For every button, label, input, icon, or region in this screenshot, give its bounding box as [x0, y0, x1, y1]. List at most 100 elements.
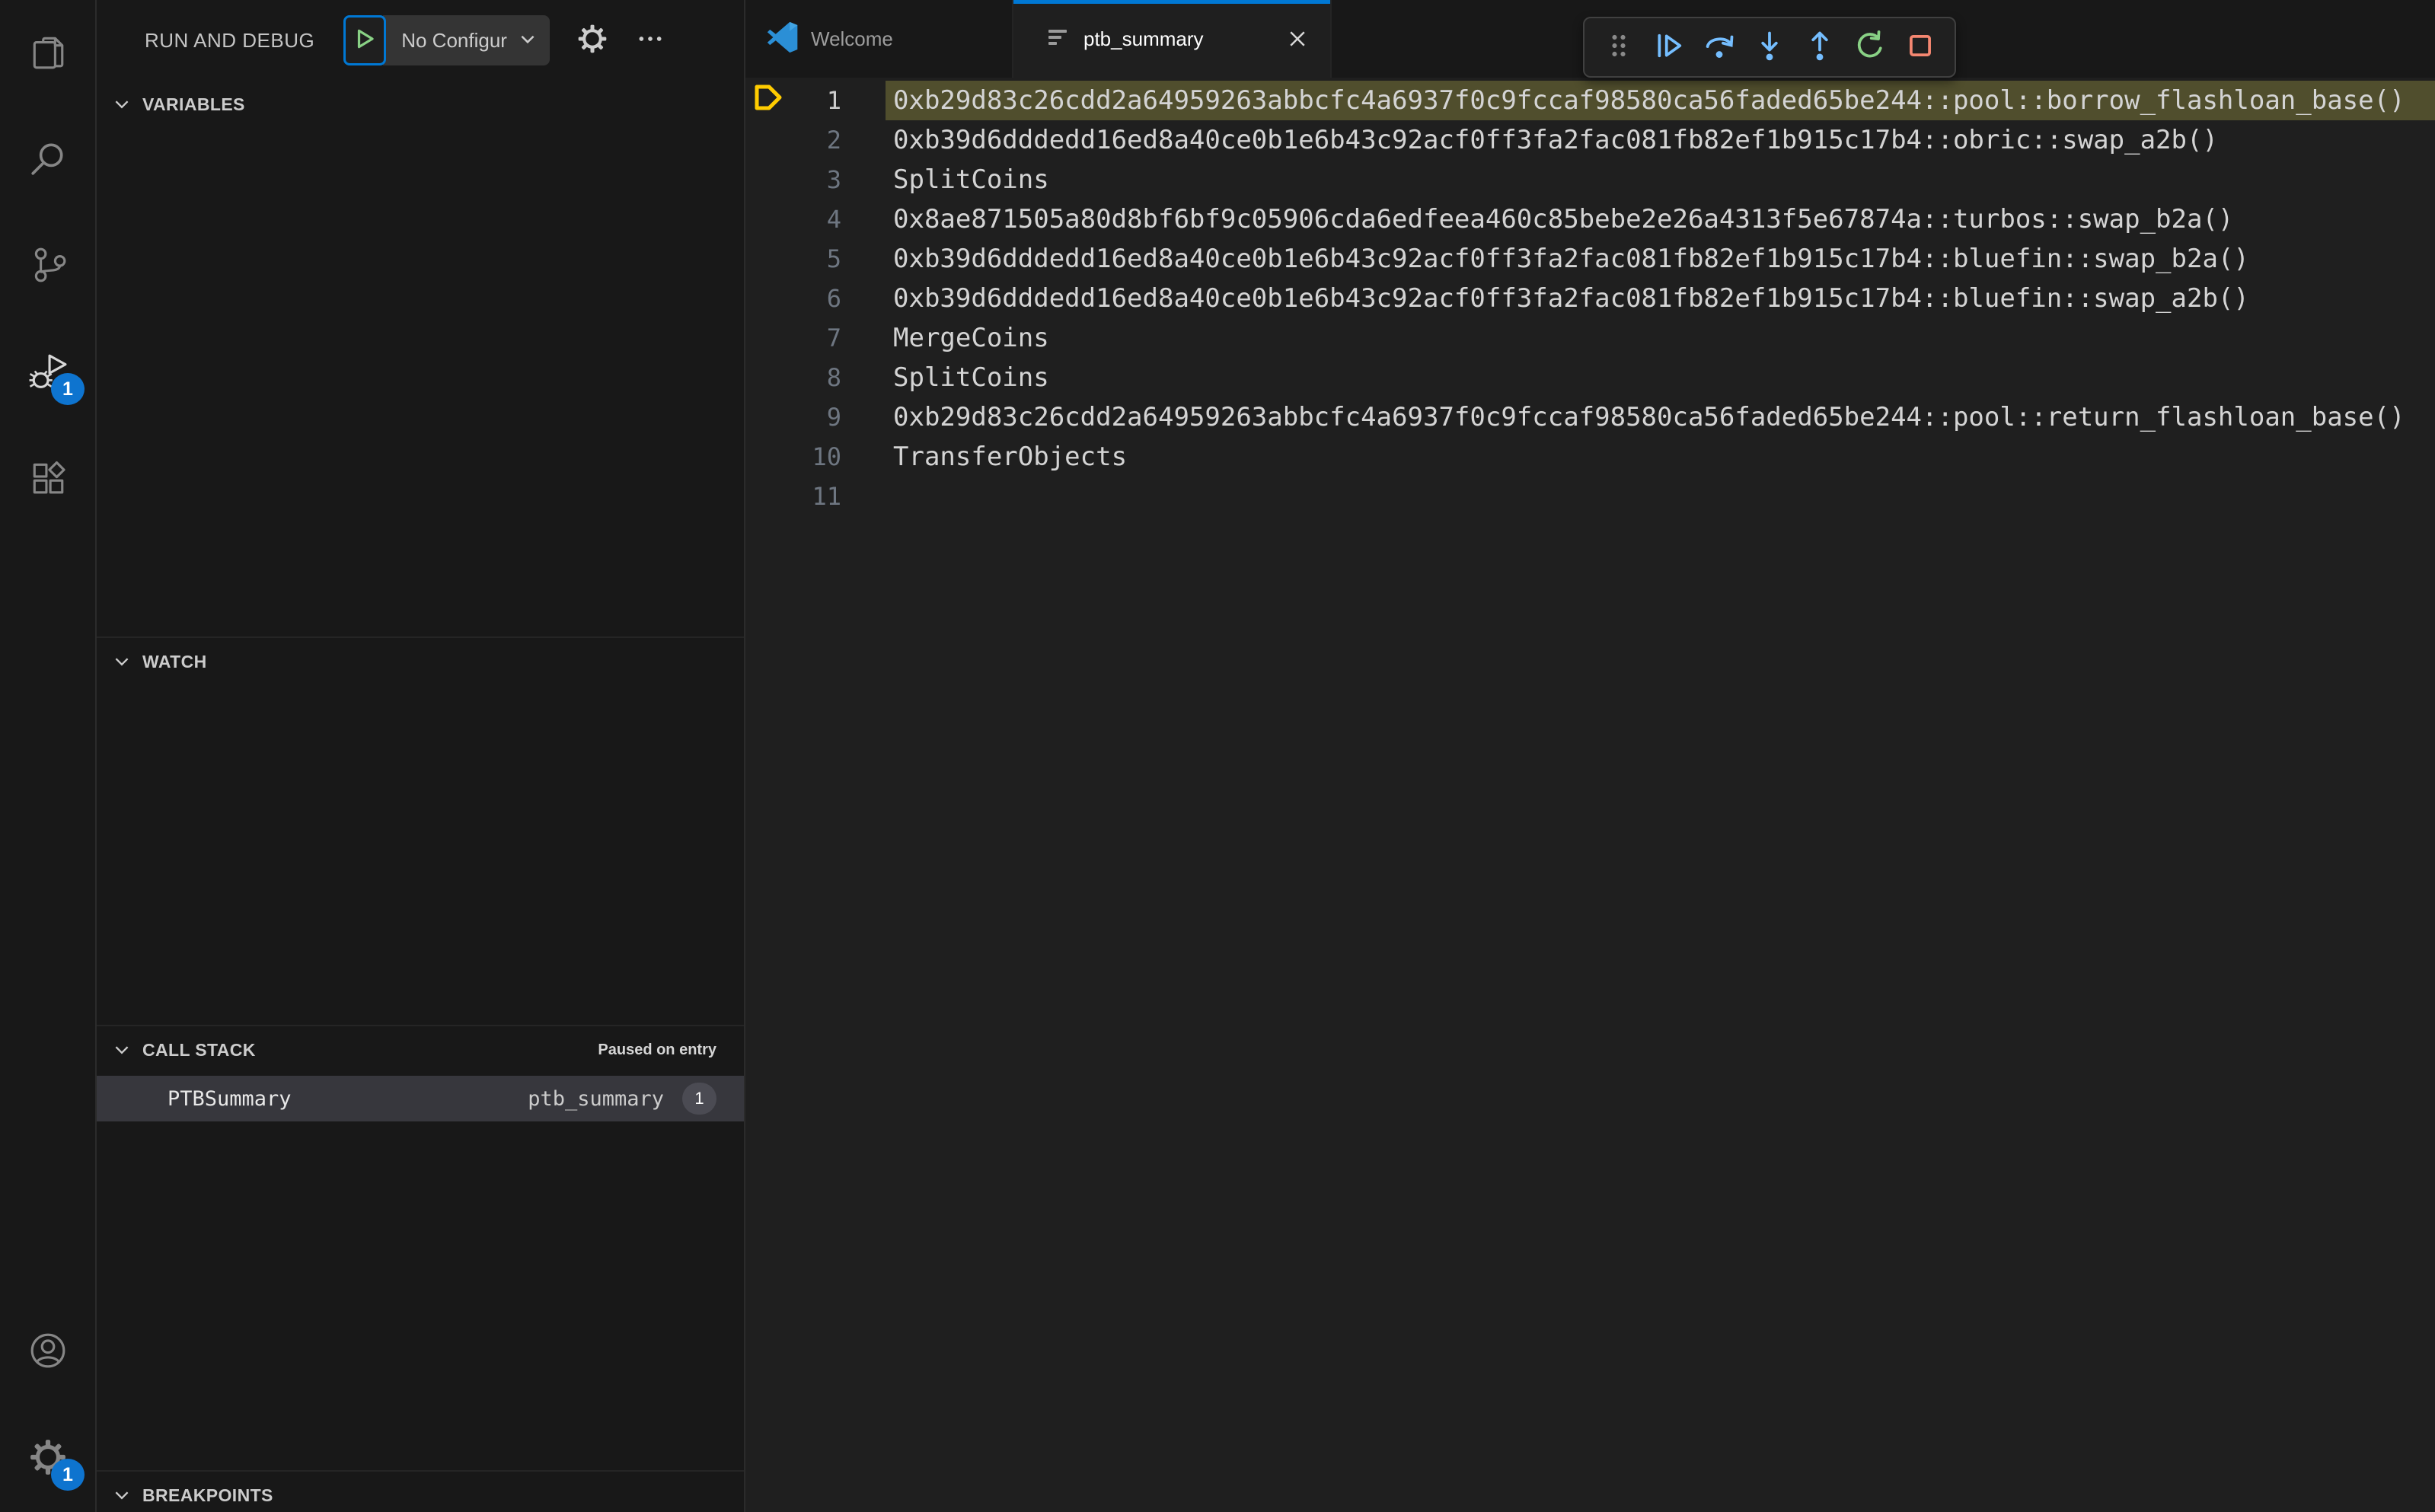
tab-label: Welcome — [811, 27, 893, 50]
code-text: 0xb39d6dddedd16ed8a40ce0b1e6b43c92acf0ff… — [893, 283, 2249, 314]
gutter-breakpoint-area[interactable] — [745, 160, 796, 199]
explorer-files-icon — [29, 33, 67, 75]
debug-configuration-dropdown[interactable]: No Configur — [383, 15, 550, 65]
run-and-debug-sidebar: RUN AND DEBUG No Configur VARIABLES WATC… — [97, 0, 745, 1512]
gutter-breakpoint-area[interactable] — [745, 477, 796, 516]
activity-bar: 1 1 — [0, 0, 97, 1512]
play-icon — [353, 27, 376, 54]
line-number: 5 — [826, 244, 841, 273]
activity-item-extensions[interactable] — [0, 426, 95, 533]
line-number: 1 — [826, 86, 841, 115]
chevron-down-icon — [112, 94, 132, 114]
close-tab-icon[interactable] — [1286, 27, 1309, 50]
activity-item-source-control[interactable] — [0, 213, 95, 320]
variables-section-body — [97, 128, 744, 636]
frame-name: PTBSummary — [168, 1086, 292, 1111]
code-text: 0x8ae871505a80d8bf6bf9c05906cda6edfeea46… — [893, 204, 2234, 234]
watch-section-label: WATCH — [142, 651, 207, 671]
line-number: 2 — [826, 126, 841, 155]
watch-section-header[interactable]: WATCH — [97, 638, 744, 685]
code-text: 0xb29d83c26cdd2a64959263abbcfc4a6937f0c9… — [886, 81, 2435, 120]
chevron-down-icon — [112, 1040, 132, 1060]
settings-badge: 1 — [51, 1459, 85, 1491]
chevron-down-icon — [112, 1485, 132, 1505]
code-line: 5 0xb39d6dddedd16ed8a40ce0b1e6b43c92acf0… — [745, 239, 2435, 279]
watch-section-body — [97, 685, 744, 1025]
step-out-icon — [1803, 29, 1837, 66]
debug-stackframe-arrow-icon — [752, 81, 787, 120]
chevron-down-icon — [518, 29, 538, 53]
stop-button[interactable] — [1895, 18, 1945, 76]
continue-button[interactable] — [1644, 18, 1694, 76]
call-stack-frame-row[interactable]: PTBSummary ptb_summary 1 — [97, 1076, 744, 1121]
gutter-breakpoint-area[interactable] — [745, 239, 796, 279]
gripper-icon — [1602, 29, 1636, 66]
debug-toolbar — [1583, 17, 1956, 78]
code-text: 0xb39d6dddedd16ed8a40ce0b1e6b43c92acf0ff… — [893, 125, 2218, 155]
debug-badge: 1 — [51, 373, 85, 405]
step-out-button[interactable] — [1795, 18, 1845, 76]
code-text: 0xb29d83c26cdd2a64959263abbcfc4a6937f0c9… — [893, 402, 2405, 432]
tab-label: ptb_summary — [1083, 27, 1204, 50]
call-stack-section: CALL STACK Paused on entry PTBSummary pt… — [97, 1025, 744, 1470]
gutter-breakpoint-area[interactable] — [745, 397, 796, 437]
activity-bar-spacer — [0, 533, 95, 1299]
vscode-logo-icon — [767, 21, 799, 57]
gutter-breakpoint-area[interactable] — [745, 318, 796, 358]
activity-item-run-and-debug[interactable]: 1 — [0, 320, 95, 426]
frame-line-badge: 1 — [682, 1083, 716, 1115]
call-stack-section-label: CALL STACK — [142, 1039, 256, 1060]
views-more-actions-button[interactable] — [635, 24, 665, 58]
activity-item-search[interactable] — [0, 107, 95, 213]
step-over-button[interactable] — [1694, 18, 1744, 76]
sidebar-title: RUN AND DEBUG — [145, 28, 315, 52]
paused-status-text: Paused on entry — [598, 1041, 716, 1058]
gutter-breakpoint-area[interactable] — [745, 437, 796, 477]
continue-icon — [1652, 29, 1686, 66]
gutter-breakpoint-area[interactable] — [745, 279, 796, 318]
gutter-breakpoint-area[interactable] — [745, 199, 796, 239]
frame-source-file: ptb_summary — [528, 1086, 664, 1111]
gutter-breakpoint-area[interactable] — [745, 358, 796, 397]
debug-toolbar-drag-handle[interactable] — [1594, 18, 1644, 76]
line-number: 3 — [826, 165, 841, 194]
sidebar-header: RUN AND DEBUG No Configur — [97, 0, 744, 81]
debug-settings-gear-button[interactable] — [577, 24, 608, 58]
code-line-current: 1 0xb29d83c26cdd2a64959263abbcfc4a6937f0… — [745, 81, 2435, 120]
line-number: 9 — [826, 403, 841, 432]
gear-icon — [577, 24, 608, 58]
line-number: 4 — [826, 205, 841, 234]
variables-section-header[interactable]: VARIABLES — [97, 81, 744, 128]
breakpoints-section: BREAKPOINTS — [97, 1470, 744, 1512]
tab-ptb-summary[interactable]: ptb_summary — [1013, 0, 1332, 78]
line-number: 11 — [812, 482, 841, 511]
step-into-button[interactable] — [1744, 18, 1795, 76]
line-number: 7 — [826, 324, 841, 352]
restart-button[interactable] — [1845, 18, 1895, 76]
account-icon — [29, 1332, 67, 1373]
code-line: 2 0xb39d6dddedd16ed8a40ce0b1e6b43c92acf0… — [745, 120, 2435, 160]
gutter-breakpoint-area[interactable] — [745, 120, 796, 160]
gutter-current-stackframe[interactable] — [745, 81, 796, 120]
step-into-icon — [1753, 29, 1786, 66]
tab-welcome[interactable]: Welcome — [745, 0, 1013, 78]
code-line: 11 — [745, 477, 2435, 516]
chevron-down-icon — [112, 652, 132, 671]
search-icon — [29, 139, 67, 181]
breakpoints-section-header[interactable]: BREAKPOINTS — [97, 1472, 744, 1512]
list-file-icon — [1044, 24, 1071, 55]
code-line: 3 SplitCoins — [745, 160, 2435, 199]
code-line: 6 0xb39d6dddedd16ed8a40ce0b1e6b43c92acf0… — [745, 279, 2435, 318]
breakpoints-section-label: BREAKPOINTS — [142, 1485, 273, 1505]
code-text: TransferObjects — [893, 442, 1128, 472]
source-control-icon — [29, 246, 67, 288]
code-editor[interactable]: 1 0xb29d83c26cdd2a64959263abbcfc4a6937f0… — [745, 78, 2435, 1512]
line-number: 8 — [826, 363, 841, 392]
call-stack-section-header[interactable]: CALL STACK Paused on entry — [97, 1026, 744, 1073]
activity-item-explorer[interactable] — [0, 0, 95, 107]
activity-item-accounts[interactable] — [0, 1299, 95, 1405]
debug-configuration-value: No Configur — [401, 28, 507, 52]
start-debugging-button[interactable] — [343, 15, 387, 65]
activity-item-settings[interactable]: 1 — [0, 1405, 95, 1512]
